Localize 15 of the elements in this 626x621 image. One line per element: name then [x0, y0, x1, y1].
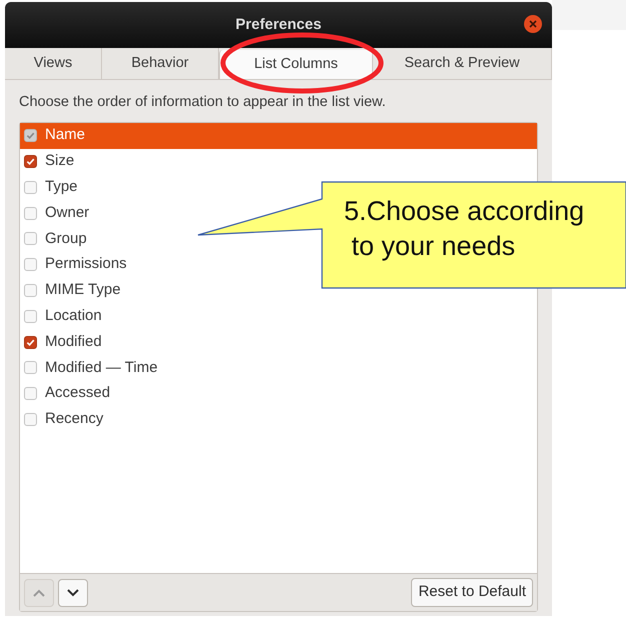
column-label: Recency — [45, 409, 104, 430]
column-label: Owner — [45, 202, 90, 223]
column-label: Name — [45, 125, 86, 146]
column-label: Size — [45, 151, 74, 172]
column-label: Location — [45, 306, 102, 326]
column-label: Modified — [45, 332, 102, 352]
column-label: Accessed — [45, 383, 110, 404]
window-title: Preferences — [236, 14, 322, 35]
column-label: Modified — Time — [45, 358, 158, 378]
callout-text: 5.Choose according to your needs — [344, 195, 584, 263]
column-label: Permissions — [45, 254, 127, 274]
description: Choose the order of information to appear in the list view. — [19, 93, 387, 112]
column-label: Type — [45, 176, 78, 197]
column-label: Group — [45, 228, 87, 249]
column-label: MIME Type — [45, 280, 121, 300]
